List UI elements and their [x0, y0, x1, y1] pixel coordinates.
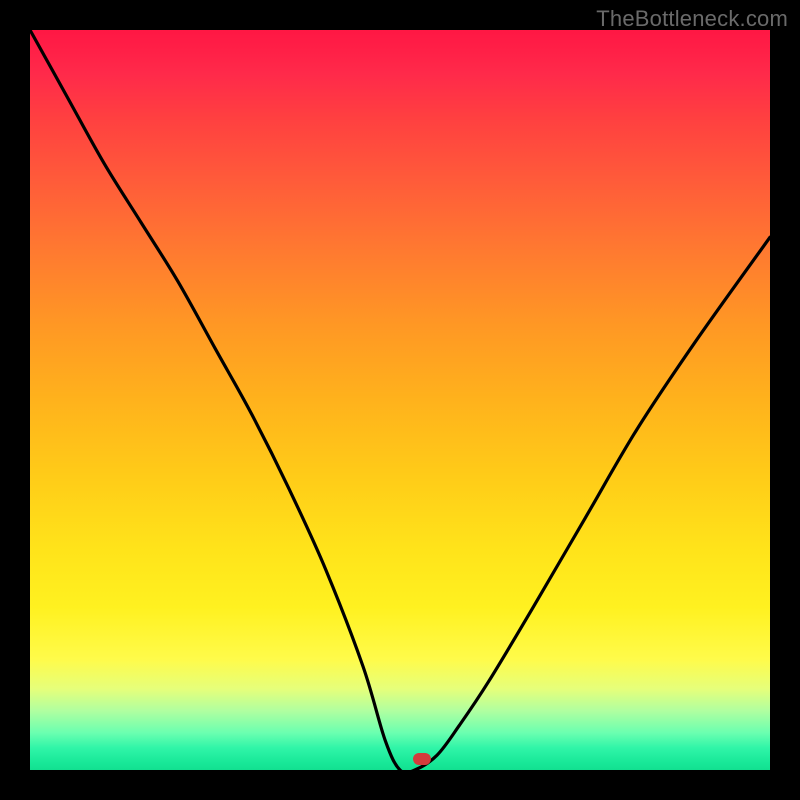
chart-frame: TheBottleneck.com [0, 0, 800, 800]
optimal-point-marker [413, 753, 431, 765]
watermark-text: TheBottleneck.com [596, 6, 788, 32]
plot-area [30, 30, 770, 770]
bottleneck-curve [30, 30, 770, 770]
